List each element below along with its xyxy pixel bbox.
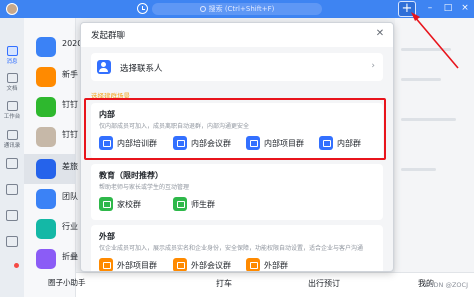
arrow-head	[411, 12, 420, 21]
annotation-arrow	[411, 12, 459, 69]
arrow-line	[413, 15, 459, 69]
watermark: CSDN @ZOCJ	[424, 281, 468, 289]
